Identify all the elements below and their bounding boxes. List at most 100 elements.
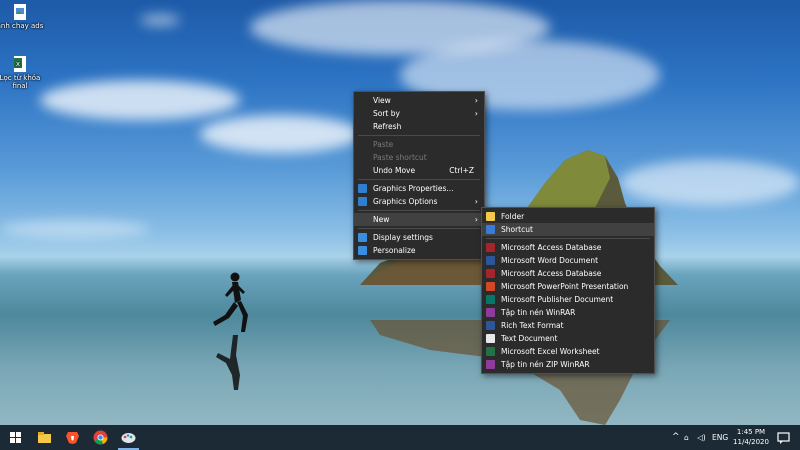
menu-item-label: Rich Text Format <box>501 321 564 330</box>
image-file-icon <box>14 4 26 20</box>
menu-item-label: Microsoft Access Database <box>501 269 602 278</box>
powerpoint-icon <box>486 282 495 291</box>
brave-browser-icon[interactable] <box>64 429 81 446</box>
submenu-item-text-document[interactable]: Text Document <box>482 332 654 345</box>
menu-item-label: Undo Move <box>373 166 416 175</box>
wallpaper-cloud <box>200 115 360 153</box>
submenu-item-word-document[interactable]: Microsoft Word Document <box>482 254 654 267</box>
menu-item-label: Microsoft Access Database <box>501 243 602 252</box>
access-icon <box>486 269 495 278</box>
shortcut-hint: Ctrl+Z <box>449 166 474 175</box>
personalize-icon <box>358 246 367 255</box>
submenu-item-access-database[interactable]: Microsoft Access Database <box>482 241 654 254</box>
menu-item-paste-shortcut: Paste shortcut <box>354 151 484 164</box>
menu-item-label: Shortcut <box>501 225 533 234</box>
show-hidden-icons-chevron[interactable]: ^ <box>672 425 680 450</box>
menu-item-label: New <box>373 215 390 224</box>
windows-start-icon[interactable] <box>7 429 24 446</box>
winrar-zip-icon <box>486 360 495 369</box>
clock[interactable]: 1:45 PM 11/4/2020 <box>733 427 769 447</box>
folder-icon <box>486 212 495 221</box>
new-submenu: Folder Shortcut Microsoft Access Databas… <box>481 207 655 374</box>
runner-reflection <box>216 335 240 390</box>
publisher-icon <box>486 295 495 304</box>
submenu-item-publisher[interactable]: Microsoft Publisher Document <box>482 293 654 306</box>
menu-item-label: Graphics Options <box>373 197 438 206</box>
submenu-item-access-database-2[interactable]: Microsoft Access Database <box>482 267 654 280</box>
menu-separator <box>486 238 650 239</box>
menu-item-label: Paste <box>373 140 394 149</box>
submenu-item-powerpoint[interactable]: Microsoft PowerPoint Presentation <box>482 280 654 293</box>
submenu-item-winrar-zip[interactable]: Tập tin nén ZIP WinRAR <box>482 358 654 371</box>
menu-item-label: Microsoft Excel Worksheet <box>501 347 600 356</box>
clock-time: 1:45 PM <box>736 428 766 436</box>
wallpaper-cloud <box>40 80 240 120</box>
desktop-icon-label: Lọc từ khóa final <box>0 74 41 90</box>
network-icon[interactable]: ⌂ <box>684 425 689 450</box>
menu-item-label: Graphics Properties... <box>373 184 454 193</box>
taskbar: ^ ⌂ ◁) ENG 1:45 PM 11/4/2020 <box>0 425 800 450</box>
menu-item-personalize[interactable]: Personalize <box>354 244 484 257</box>
menu-item-new[interactable]: New › <box>354 213 484 226</box>
action-center-notification-icon[interactable] <box>775 429 792 446</box>
desktop-icon-label: anh chay ads <box>0 22 44 30</box>
menu-item-label: Personalize <box>373 246 416 255</box>
runner-silhouette <box>213 272 248 332</box>
intel-graphics-icon <box>358 184 367 193</box>
menu-item-paste: Paste <box>354 138 484 151</box>
menu-item-label: Microsoft Word Document <box>501 256 599 265</box>
rtf-icon <box>486 321 495 330</box>
menu-item-display-settings[interactable]: Display settings <box>354 231 484 244</box>
volume-icon[interactable]: ◁) <box>697 425 706 450</box>
menu-item-refresh[interactable]: Refresh <box>354 120 484 133</box>
menu-item-label: Folder <box>501 212 525 221</box>
chevron-right-icon: › <box>474 109 478 118</box>
chrome-icon[interactable] <box>92 429 109 446</box>
menu-separator <box>358 179 480 180</box>
chevron-right-icon: › <box>474 197 478 206</box>
chevron-right-icon: › <box>474 215 478 224</box>
excel-icon <box>486 347 495 356</box>
chevron-right-icon: › <box>474 96 478 105</box>
file-explorer-icon[interactable] <box>36 429 53 446</box>
word-icon <box>486 256 495 265</box>
clock-date: 11/4/2020 <box>733 438 769 446</box>
submenu-item-shortcut[interactable]: Shortcut <box>482 223 654 236</box>
menu-item-graphics-properties[interactable]: Graphics Properties... <box>354 182 484 195</box>
menu-item-label: Sort by <box>373 109 400 118</box>
wallpaper-cloud <box>0 220 150 238</box>
desktop-icon-image-file[interactable]: anh chay ads <box>0 4 45 30</box>
text-document-icon <box>486 334 495 343</box>
menu-separator <box>358 135 480 136</box>
submenu-item-folder[interactable]: Folder <box>482 210 654 223</box>
menu-item-label: Display settings <box>373 233 433 242</box>
excel-file-icon: x <box>14 56 26 72</box>
language-indicator[interactable]: ENG <box>712 425 728 450</box>
menu-item-label: Text Document <box>501 334 558 343</box>
menu-item-label: Refresh <box>373 122 402 131</box>
access-icon <box>486 243 495 252</box>
shortcut-icon <box>486 225 495 234</box>
menu-separator <box>358 210 480 211</box>
display-icon <box>358 233 367 242</box>
menu-item-label: View <box>373 96 391 105</box>
winrar-icon <box>486 308 495 317</box>
menu-item-label: Microsoft PowerPoint Presentation <box>501 282 629 291</box>
desktop-icon-excel-file[interactable]: x Lọc từ khóa final <box>0 56 45 90</box>
menu-separator <box>358 228 480 229</box>
submenu-item-winrar[interactable]: Tập tin nén WinRAR <box>482 306 654 319</box>
menu-item-graphics-options[interactable]: Graphics Options › <box>354 195 484 208</box>
paint-icon[interactable] <box>120 429 137 446</box>
wallpaper-cloud <box>140 14 180 26</box>
submenu-item-excel[interactable]: Microsoft Excel Worksheet <box>482 345 654 358</box>
menu-item-sort-by[interactable]: Sort by › <box>354 107 484 120</box>
menu-item-view[interactable]: View › <box>354 94 484 107</box>
menu-item-label: Microsoft Publisher Document <box>501 295 614 304</box>
svg-text:x: x <box>16 60 20 68</box>
menu-item-label: Tập tin nén WinRAR <box>501 308 576 317</box>
desktop-context-menu: View › Sort by › Refresh Paste Paste short… <box>353 91 485 260</box>
menu-item-label: Paste shortcut <box>373 153 427 162</box>
menu-item-label: Tập tin nén ZIP WinRAR <box>501 360 590 369</box>
submenu-item-rich-text[interactable]: Rich Text Format <box>482 319 654 332</box>
menu-item-undo-move[interactable]: Undo Move Ctrl+Z <box>354 164 484 177</box>
